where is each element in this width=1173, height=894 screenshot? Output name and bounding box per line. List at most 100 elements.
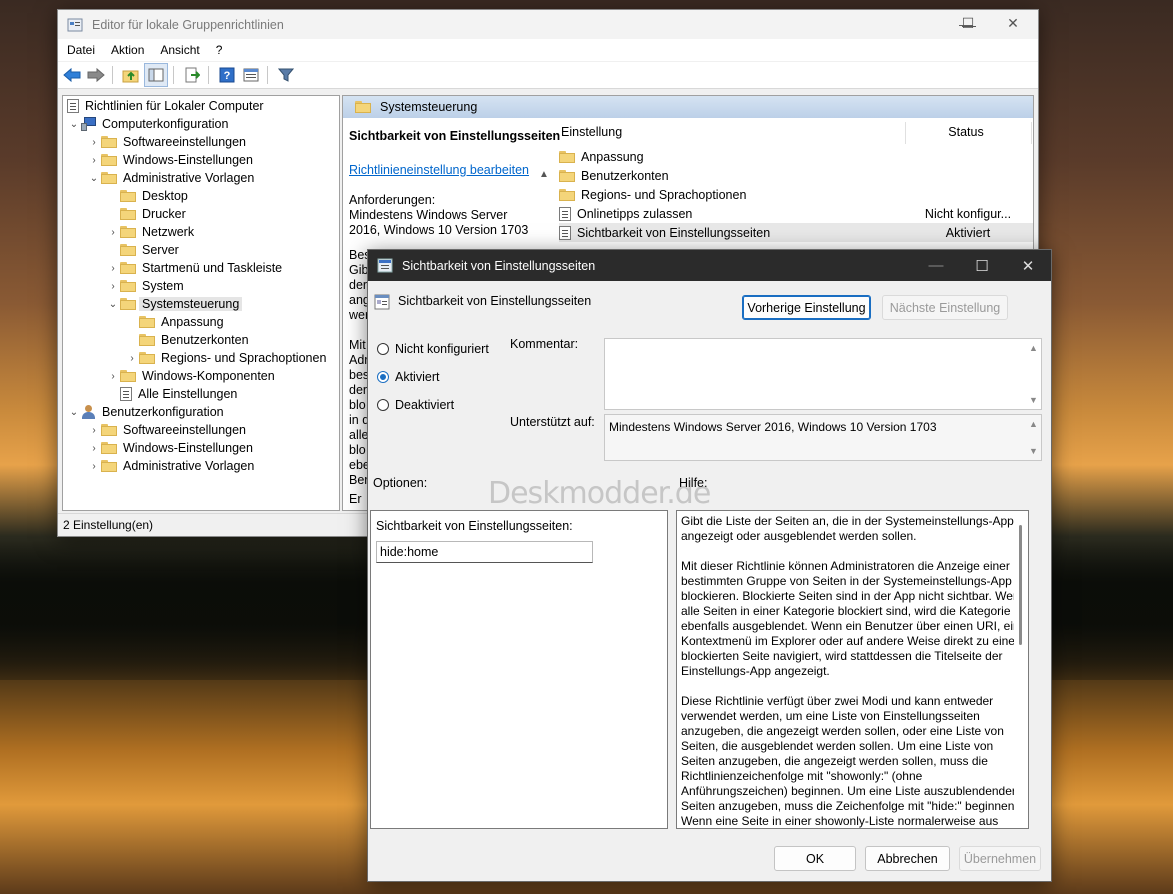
tree-item[interactable]: Anpassung <box>125 313 224 331</box>
help-icon[interactable]: ? <box>216 64 238 86</box>
maximize-icon[interactable]: ☐ <box>945 9 991 38</box>
tree-item[interactable]: › System <box>106 277 184 295</box>
chevron-down-icon[interactable]: ⌄ <box>106 299 120 310</box>
column-status[interactable]: Status <box>911 125 1021 139</box>
user-icon <box>81 405 97 419</box>
tree-item[interactable]: Server <box>106 241 179 259</box>
tree-item[interactable]: › Windows-Komponenten <box>106 367 274 385</box>
folder-icon <box>120 298 136 310</box>
tree-item[interactable]: Desktop <box>106 187 188 205</box>
help-scrollbar[interactable] <box>1014 511 1028 828</box>
tree-item[interactable]: › Windows-Einstellungen <box>87 439 253 457</box>
radio-disabled[interactable]: Deaktiviert <box>377 398 454 412</box>
details-header-title: Systemsteuerung <box>380 100 478 114</box>
comment-scrollbar[interactable]: ▲ ▼ <box>1026 339 1041 409</box>
ok-button[interactable]: OK <box>774 846 856 871</box>
tree-item-label: Administrative Vorlagen <box>123 171 255 185</box>
radio-circle-checked[interactable] <box>377 371 389 383</box>
apply-button[interactable]: Übernehmen <box>959 846 1041 871</box>
list-item[interactable]: Anpassung <box>559 147 1033 166</box>
radio-circle[interactable] <box>377 399 389 411</box>
menu-datei[interactable]: Datei <box>58 43 102 57</box>
extended-view-title: Sichtbarkeit von Einstellungsseiten <box>349 129 561 143</box>
chevron-down-icon[interactable]: ⌄ <box>67 119 81 130</box>
tree-item[interactable]: › Netzwerk <box>106 223 194 241</box>
help-scroll-thumb[interactable] <box>1019 525 1022 645</box>
list-item[interactable]: Sichtbarkeit von Einstellungsseiten Aktiv… <box>559 223 1033 242</box>
column-divider[interactable] <box>1031 122 1032 144</box>
maximize-icon[interactable]: ☐ <box>959 250 1005 281</box>
tree-item-label: System <box>142 279 184 293</box>
chevron-right-icon[interactable]: › <box>87 461 101 472</box>
chevron-right-icon[interactable]: › <box>87 137 101 148</box>
tree-item[interactable]: Benutzerkonten <box>125 331 249 349</box>
list-header: Einstellung Status <box>557 118 1033 146</box>
toolbar: ? <box>58 62 1038 89</box>
menu-ansicht[interactable]: Ansicht <box>151 43 206 57</box>
radio-enabled[interactable]: Aktiviert <box>377 370 439 384</box>
scroll-down-icon[interactable]: ▼ <box>1029 446 1038 456</box>
option-value-input[interactable]: hide:home <box>376 541 593 563</box>
chevron-right-icon[interactable]: › <box>87 155 101 166</box>
chevron-right-icon[interactable]: › <box>87 443 101 454</box>
close-icon[interactable]: ✕ <box>990 9 1036 38</box>
next-setting-button[interactable]: Nächste Einstellung <box>882 295 1008 320</box>
filter-icon[interactable] <box>275 64 297 86</box>
tree-item[interactable]: ⌄ Benutzerkonfiguration <box>67 403 224 421</box>
scroll-up-icon[interactable]: ▲ <box>539 169 549 180</box>
column-divider[interactable] <box>905 122 906 144</box>
tree-item[interactable]: ⌄ Computerkonfiguration <box>67 115 228 133</box>
scroll-up-icon[interactable]: ▲ <box>1029 419 1038 429</box>
tree-item[interactable]: ⌄ Systemsteuerung <box>106 295 243 313</box>
export-list-icon[interactable] <box>181 64 203 86</box>
previous-setting-button[interactable]: Vorherige Einstellung <box>742 295 871 320</box>
comment-input[interactable]: ▲ ▼ <box>604 338 1042 410</box>
chevron-right-icon[interactable]: › <box>106 281 120 292</box>
minimize-icon[interactable]: — <box>913 250 959 281</box>
details-header: Systemsteuerung <box>343 96 1033 118</box>
column-setting[interactable]: Einstellung <box>561 125 622 139</box>
tree-item[interactable]: › Windows-Einstellungen <box>87 151 253 169</box>
supported-scrollbar[interactable]: ▲ ▼ <box>1026 415 1041 460</box>
list-item[interactable]: Onlinetipps zulassen Nicht konfigur... <box>559 204 1033 223</box>
tree-item[interactable]: ⌄ Administrative Vorlagen <box>87 169 255 187</box>
radio-not-configured[interactable]: Nicht konfiguriert <box>377 342 489 356</box>
chevron-right-icon[interactable]: › <box>106 263 120 274</box>
show-hide-tree-icon[interactable] <box>144 63 168 87</box>
chevron-right-icon[interactable]: › <box>125 353 139 364</box>
chevron-right-icon[interactable]: › <box>87 425 101 436</box>
up-folder-icon[interactable] <box>120 64 142 86</box>
chevron-right-icon[interactable]: › <box>106 227 120 238</box>
properties-icon[interactable] <box>240 64 262 86</box>
cancel-button[interactable]: Abbrechen <box>865 846 950 871</box>
title-bar[interactable]: Editor für lokale Gruppenrichtlinien — <box>58 10 1038 39</box>
comment-label: Kommentar: <box>510 337 579 351</box>
tree-item[interactable]: › Regions- und Sprachoptionen <box>125 349 326 367</box>
close-icon[interactable]: ✕ <box>1005 250 1051 281</box>
dialog-title-bar[interactable]: Sichtbarkeit von Einstellungsseiten — ☐ … <box>368 250 1051 281</box>
folder-icon <box>101 154 117 166</box>
back-arrow-icon[interactable] <box>61 64 83 86</box>
menu-aktion[interactable]: Aktion <box>102 43 151 57</box>
tree-item[interactable]: › Softwareeinstellungen <box>87 133 246 151</box>
requirements-label: Anforderungen: <box>349 193 436 207</box>
menu-help[interactable]: ? <box>207 43 230 57</box>
chevron-down-icon[interactable]: ⌄ <box>87 173 101 184</box>
edit-policy-link[interactable]: Richtlinieneinstellung bearbeiten <box>349 163 529 177</box>
forward-arrow-icon[interactable] <box>85 64 107 86</box>
list-item[interactable]: Regions- und Sprachoptionen <box>559 185 1033 204</box>
chevron-right-icon[interactable]: › <box>106 371 120 382</box>
tree-item[interactable]: › Softwareeinstellungen <box>87 421 246 439</box>
extended-tab[interactable]: Er <box>349 492 362 506</box>
tree-item[interactable]: Drucker <box>106 205 186 223</box>
tree-item[interactable]: › Administrative Vorlagen <box>87 457 254 475</box>
radio-circle[interactable] <box>377 343 389 355</box>
tree-item[interactable]: Alle Einstellungen <box>106 385 237 403</box>
scroll-up-icon[interactable]: ▲ <box>1029 343 1038 353</box>
tree-item[interactable]: › Startmenü und Taskleiste <box>106 259 282 277</box>
list-item[interactable]: Benutzerkonten <box>559 166 1033 185</box>
scroll-down-icon[interactable]: ▼ <box>1029 395 1038 405</box>
tree-item[interactable]: Richtlinien für Lokaler Computer <box>67 97 264 115</box>
supported-on-field: Mindestens Windows Server 2016, Windows … <box>604 414 1042 461</box>
chevron-down-icon[interactable]: ⌄ <box>67 407 81 418</box>
